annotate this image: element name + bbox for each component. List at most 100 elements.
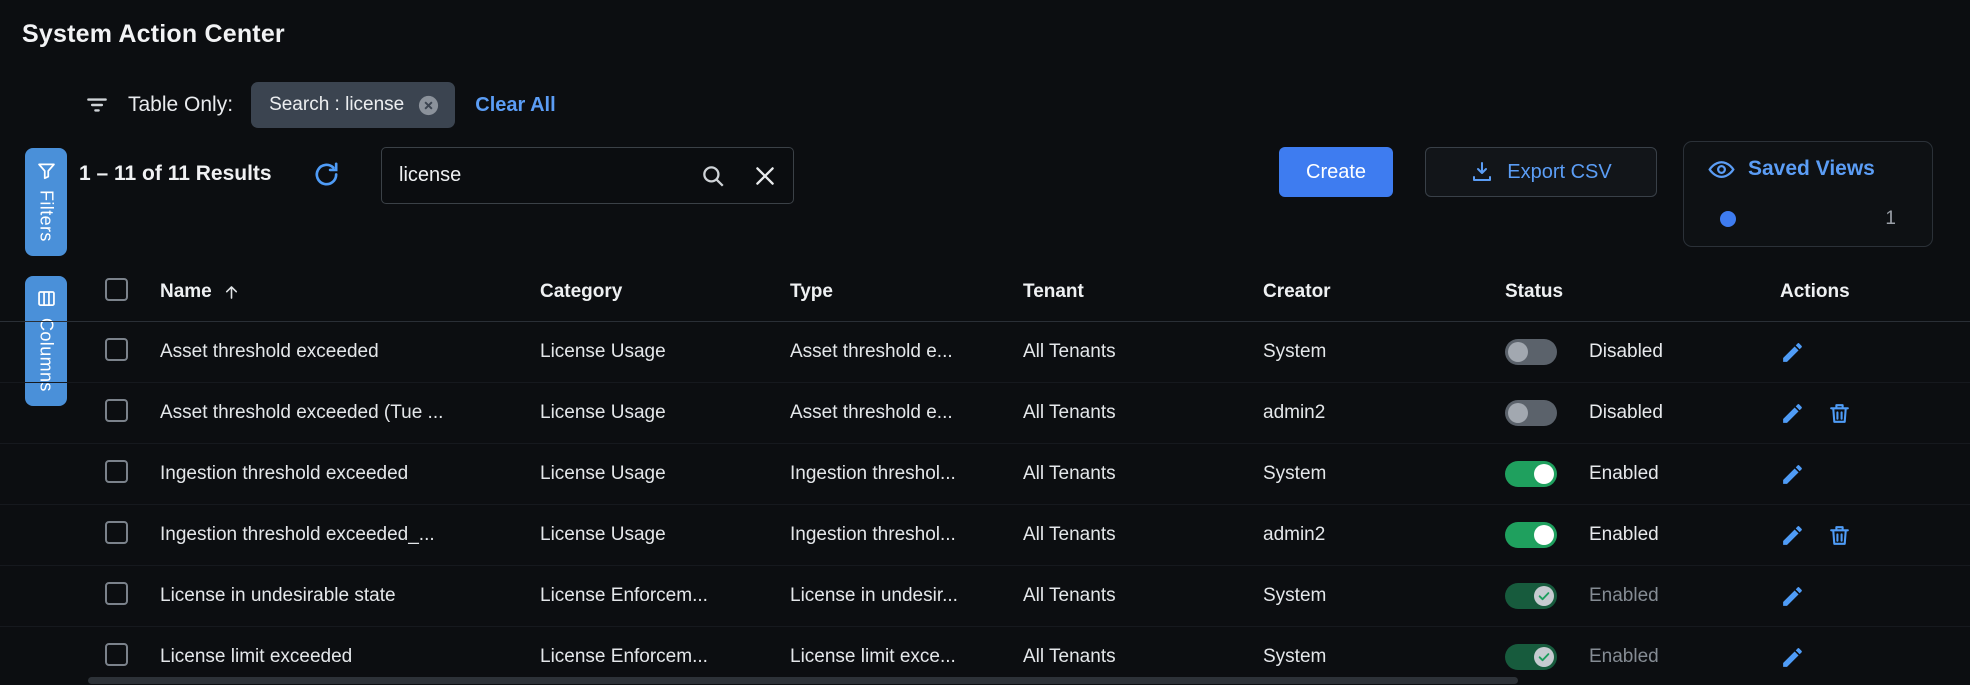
cell-actions <box>1780 462 1970 487</box>
status-toggle <box>1505 583 1557 609</box>
row-checkbox[interactable] <box>105 399 128 422</box>
horizontal-scrollbar-thumb[interactable] <box>88 677 1518 684</box>
cell-creator: System <box>1263 463 1505 485</box>
column-header-name-label: Name <box>160 281 212 303</box>
status-toggle[interactable] <box>1505 461 1557 487</box>
cell-creator: System <box>1263 646 1505 668</box>
cell-tenant: All Tenants <box>1023 524 1263 546</box>
cell-category: License Usage <box>540 402 790 424</box>
cell-name: Asset threshold exceeded (Tue ... <box>160 402 540 424</box>
edit-icon[interactable] <box>1780 584 1805 609</box>
saved-views-button[interactable]: Saved Views <box>1684 142 1932 196</box>
edit-icon[interactable] <box>1780 401 1805 426</box>
cell-actions <box>1780 523 1970 548</box>
cell-category: License Usage <box>540 341 790 363</box>
funnel-icon <box>36 160 57 181</box>
table-row: Asset threshold exceeded License Usage A… <box>0 322 1970 383</box>
edit-icon[interactable] <box>1780 462 1805 487</box>
saved-views-row[interactable]: 1 <box>1684 196 1932 242</box>
cell-creator: System <box>1263 585 1505 607</box>
create-button[interactable]: Create <box>1279 147 1393 197</box>
cell-tenant: All Tenants <box>1023 646 1263 668</box>
status-toggle[interactable] <box>1505 400 1557 426</box>
row-checkbox[interactable] <box>105 460 128 483</box>
column-header-creator[interactable]: Creator <box>1263 281 1505 303</box>
table-row: Asset threshold exceeded (Tue ... Licens… <box>0 383 1970 444</box>
row-checkbox[interactable] <box>105 643 128 666</box>
export-csv-button[interactable]: Export CSV <box>1425 147 1657 197</box>
cell-name: License limit exceeded <box>160 646 540 668</box>
cell-tenant: All Tenants <box>1023 341 1263 363</box>
cell-name: License in undesirable state <box>160 585 540 607</box>
column-header-name[interactable]: Name <box>160 281 540 303</box>
search-icon[interactable] <box>700 163 726 189</box>
row-checkbox[interactable] <box>105 582 128 605</box>
status-toggle[interactable] <box>1505 339 1557 365</box>
cell-type: Asset threshold e... <box>790 341 1023 363</box>
download-icon <box>1470 160 1494 184</box>
cell-creator: System <box>1263 341 1505 363</box>
cell-tenant: All Tenants <box>1023 463 1263 485</box>
cell-status: Enabled <box>1505 461 1780 487</box>
cell-type: Asset threshold e... <box>790 402 1023 424</box>
cell-status: Disabled <box>1505 400 1780 426</box>
cell-name: Ingestion threshold exceeded_... <box>160 524 540 546</box>
refresh-icon[interactable] <box>312 160 341 194</box>
column-header-status[interactable]: Status <box>1505 281 1780 303</box>
table-row: License in undesirable state License Enf… <box>0 566 1970 627</box>
sort-asc-icon <box>222 283 241 302</box>
cell-name: Asset threshold exceeded <box>160 341 540 363</box>
filter-bar: Table Only: Search : license Clear All <box>84 82 556 128</box>
cell-type: License limit exce... <box>790 646 1023 668</box>
status-label: Disabled <box>1589 402 1663 424</box>
cell-status: Enabled <box>1505 583 1780 609</box>
clear-search-icon[interactable] <box>752 163 778 189</box>
column-header-tenant[interactable]: Tenant <box>1023 281 1263 303</box>
page-title: System Action Center <box>22 20 285 49</box>
cell-actions <box>1780 584 1970 609</box>
status-toggle <box>1505 644 1557 670</box>
cell-type: License in undesir... <box>790 585 1023 607</box>
delete-icon[interactable] <box>1827 401 1852 426</box>
table-row: Ingestion threshold exceeded_... License… <box>0 505 1970 566</box>
cell-status: Enabled <box>1505 644 1780 670</box>
delete-icon[interactable] <box>1827 523 1852 548</box>
select-all-checkbox[interactable] <box>105 278 128 301</box>
column-header-type[interactable]: Type <box>790 281 1023 303</box>
clear-all-link[interactable]: Clear All <box>475 94 555 117</box>
status-label: Disabled <box>1589 341 1663 363</box>
cell-creator: admin2 <box>1263 402 1505 424</box>
column-header-category[interactable]: Category <box>540 281 790 303</box>
remove-filter-icon[interactable] <box>417 94 440 117</box>
cell-type: Ingestion threshol... <box>790 524 1023 546</box>
row-checkbox[interactable] <box>105 521 128 544</box>
status-label: Enabled <box>1589 463 1659 485</box>
results-summary: 1 – 11 of 11 Results <box>79 162 272 186</box>
saved-views-panel: Saved Views 1 <box>1683 141 1933 247</box>
edit-icon[interactable] <box>1780 340 1805 365</box>
status-toggle[interactable] <box>1505 522 1557 548</box>
cell-status: Disabled <box>1505 339 1780 365</box>
cell-creator: admin2 <box>1263 524 1505 546</box>
cell-category: License Usage <box>540 524 790 546</box>
table-row: Ingestion threshold exceeded License Usa… <box>0 444 1970 505</box>
cell-name: Ingestion threshold exceeded <box>160 463 540 485</box>
filters-tab-label: Filters <box>36 190 57 242</box>
filter-scope-label: Table Only: <box>128 93 233 117</box>
status-label: Enabled <box>1589 646 1659 668</box>
table-header-row: Name Category Type Tenant Creator Status… <box>0 263 1970 322</box>
filter-chip[interactable]: Search : license <box>251 82 455 128</box>
saved-views-dot <box>1720 211 1736 227</box>
row-checkbox[interactable] <box>105 338 128 361</box>
filters-tab[interactable]: Filters <box>25 148 67 256</box>
search-input[interactable] <box>382 164 700 187</box>
cell-category: License Enforcem... <box>540 585 790 607</box>
edit-icon[interactable] <box>1780 645 1805 670</box>
search-box <box>381 147 794 204</box>
cell-tenant: All Tenants <box>1023 402 1263 424</box>
cell-category: License Usage <box>540 463 790 485</box>
export-csv-label: Export CSV <box>1507 161 1611 184</box>
edit-icon[interactable] <box>1780 523 1805 548</box>
actions-table: Name Category Type Tenant Creator Status… <box>0 263 1970 685</box>
cell-status: Enabled <box>1505 522 1780 548</box>
